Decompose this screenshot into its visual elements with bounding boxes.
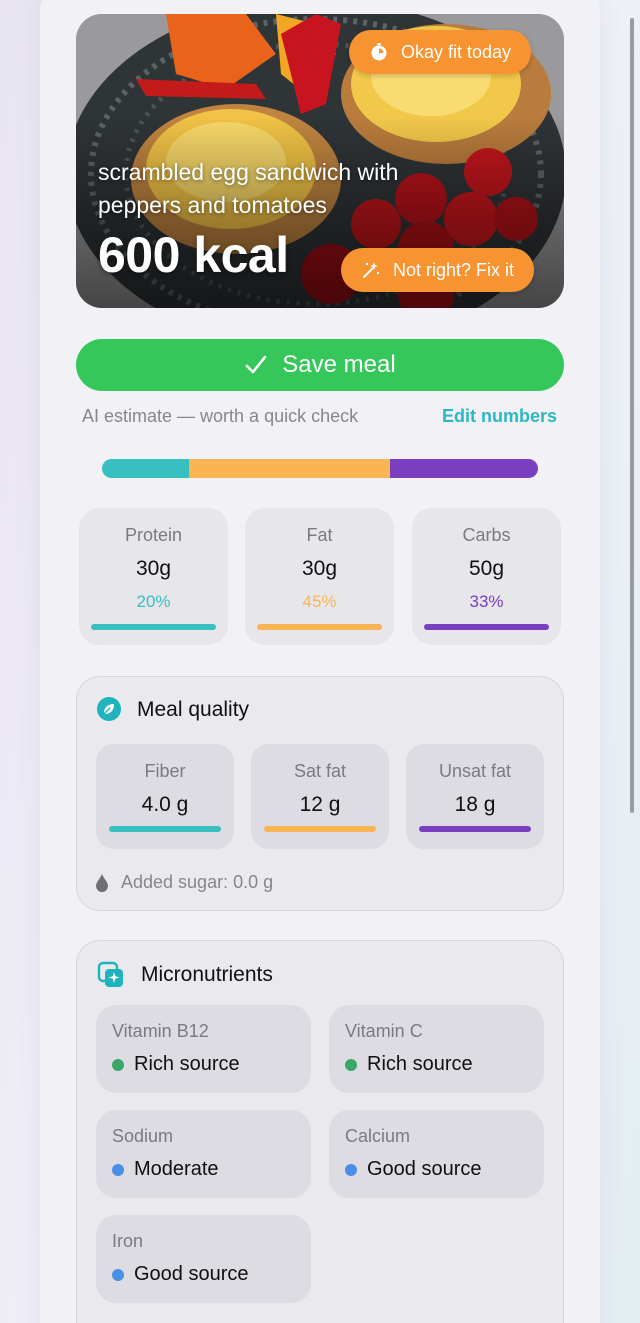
timer-icon	[371, 43, 387, 61]
micro-level: Rich source	[112, 1053, 240, 1076]
meal-quality-panel: Meal quality Fiber 4.0 g Sat fat 12 g Un…	[76, 676, 564, 911]
micro-level: Good source	[345, 1158, 482, 1181]
save-meal-label: Save meal	[282, 351, 396, 378]
level-dot	[112, 1163, 124, 1176]
quality-card-fiber: Fiber 4.0 g	[96, 744, 234, 849]
macro-percent: 33%	[469, 592, 504, 611]
micro-name: Vitamin B12	[112, 1021, 209, 1041]
macro-color-bar	[257, 624, 382, 630]
quality-label: Fiber	[144, 761, 186, 781]
macro-grams: 30g	[135, 557, 172, 580]
macro-segment-carbs	[389, 459, 538, 478]
scrollbar[interactable]	[630, 18, 634, 813]
quality-color-bar	[109, 826, 221, 832]
added-sugar-row: Added sugar: 0.0 g	[95, 872, 273, 893]
level-dot	[345, 1058, 357, 1071]
level-dot	[112, 1058, 124, 1071]
micronutrients-title: Micronutrients	[141, 963, 273, 986]
magic-wand-icon	[363, 262, 380, 278]
macro-label: Carbs	[462, 525, 511, 545]
quality-label: Unsat fat	[438, 761, 512, 781]
macro-grams: 50g	[468, 557, 505, 580]
leaf-icon	[97, 697, 121, 721]
macro-split-bar	[102, 459, 538, 478]
micronutrients-panel: Micronutrients Vitamin B12 Rich source V…	[76, 940, 564, 1323]
quality-card-sat-fat: Sat fat 12 g	[251, 744, 389, 849]
macro-color-bar	[91, 624, 216, 630]
micro-name: Calcium	[345, 1126, 411, 1146]
macro-label: Protein	[124, 525, 183, 545]
micro-level: Rich source	[345, 1053, 473, 1076]
micro-name: Iron	[112, 1231, 144, 1251]
micro-level-text: Moderate	[134, 1158, 219, 1180]
sparkle-cards-icon	[97, 961, 123, 987]
micro-level: Moderate	[112, 1158, 219, 1181]
quality-label: Sat fat	[293, 761, 347, 781]
level-dot	[345, 1163, 357, 1176]
quality-value: 18 g	[454, 793, 496, 816]
micro-card-iron: Iron Good source	[96, 1215, 311, 1303]
micro-level: Good source	[112, 1263, 249, 1286]
macro-segment-fat	[189, 459, 390, 478]
quality-color-bar	[264, 826, 376, 832]
ai-estimate-note: AI estimate — worth a quick check	[82, 406, 359, 426]
edit-numbers-link[interactable]: Edit numbers	[442, 406, 557, 427]
micro-name: Vitamin C	[345, 1021, 423, 1041]
save-meal-button[interactable]: Save meal	[76, 339, 564, 391]
fit-badge-label: Okay fit today	[401, 41, 512, 62]
micro-card-vitamin-c: Vitamin C Rich source	[329, 1005, 544, 1093]
quality-card-unsat-fat: Unsat fat 18 g	[406, 744, 544, 849]
meal-photo-card: Okay fit today scrambled egg sandwich wi…	[76, 14, 564, 308]
macro-card-fat: Fat 30g 45%	[245, 508, 394, 645]
micro-level-text: Good source	[134, 1263, 249, 1285]
meal-quality-title: Meal quality	[137, 698, 250, 721]
micro-card-sodium: Sodium Moderate	[96, 1110, 311, 1198]
micro-card-calcium: Calcium Good source	[329, 1110, 544, 1198]
checkmark-icon	[245, 355, 267, 374]
micro-name: Sodium	[112, 1126, 174, 1146]
calorie-total: 600 kcal	[98, 227, 289, 283]
fix-it-label: Not right? Fix it	[393, 259, 515, 280]
macro-percent: 45%	[302, 592, 337, 611]
macro-label: Fat	[306, 525, 333, 545]
micro-level-text: Rich source	[367, 1053, 473, 1075]
quality-value: 4.0 g	[141, 793, 189, 816]
macro-card-carbs: Carbs 50g 33%	[412, 508, 561, 645]
macro-card-protein: Protein 30g 20%	[79, 508, 228, 645]
micro-level-text: Rich source	[134, 1053, 240, 1075]
fix-it-button[interactable]: Not right? Fix it	[341, 248, 535, 292]
fit-badge: Okay fit today	[349, 30, 532, 74]
quality-color-bar	[419, 826, 531, 832]
macro-percent: 20%	[136, 592, 171, 611]
meal-name: scrambled egg sandwich with peppers and …	[98, 159, 399, 218]
level-dot	[112, 1268, 124, 1281]
quality-value: 12 g	[299, 793, 341, 816]
drop-icon	[96, 873, 108, 892]
added-sugar-text: Added sugar: 0.0 g	[121, 872, 274, 892]
macro-segment-protein	[102, 459, 190, 478]
micro-level-text: Good source	[367, 1158, 482, 1180]
micro-card-vitamin-b12: Vitamin B12 Rich source	[96, 1005, 311, 1093]
macro-color-bar	[424, 624, 549, 630]
macro-grams: 30g	[301, 557, 338, 580]
